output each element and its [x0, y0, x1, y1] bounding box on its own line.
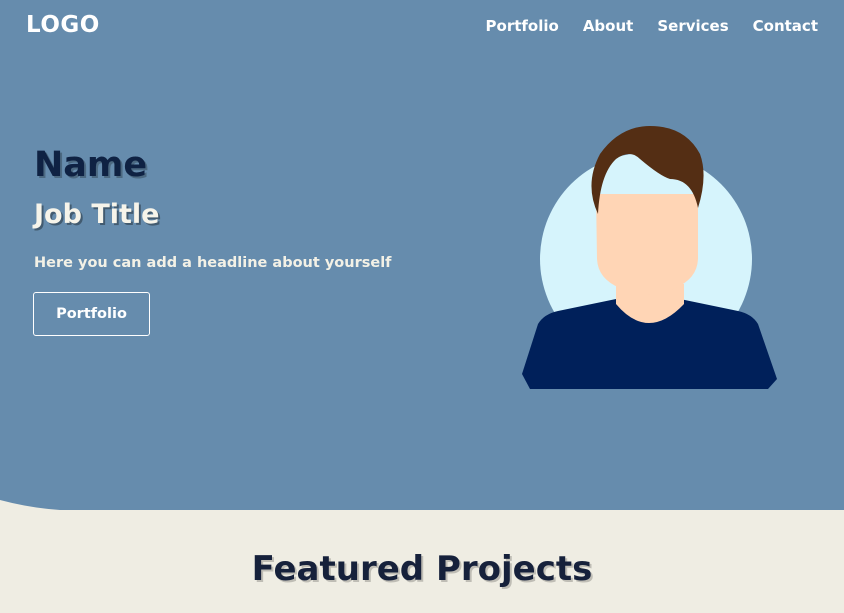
- avatar-face: [596, 194, 698, 295]
- avatar-illustration: [522, 126, 777, 389]
- hero-job-title: Job Title: [34, 199, 160, 230]
- featured-projects-title: Featured Projects: [251, 549, 593, 589]
- portfolio-button[interactable]: Portfolio: [33, 292, 150, 336]
- nav-contact[interactable]: Contact: [753, 17, 818, 35]
- nav-about[interactable]: About: [583, 17, 634, 35]
- nav-services[interactable]: Services: [657, 17, 728, 35]
- nav-portfolio[interactable]: Portfolio: [486, 17, 559, 35]
- hero-name: Name: [34, 145, 148, 185]
- logo[interactable]: LOGO: [26, 12, 100, 38]
- hero-headline: Here you can add a headline about yourse…: [34, 255, 392, 271]
- main-nav: Portfolio About Services Contact: [486, 17, 818, 35]
